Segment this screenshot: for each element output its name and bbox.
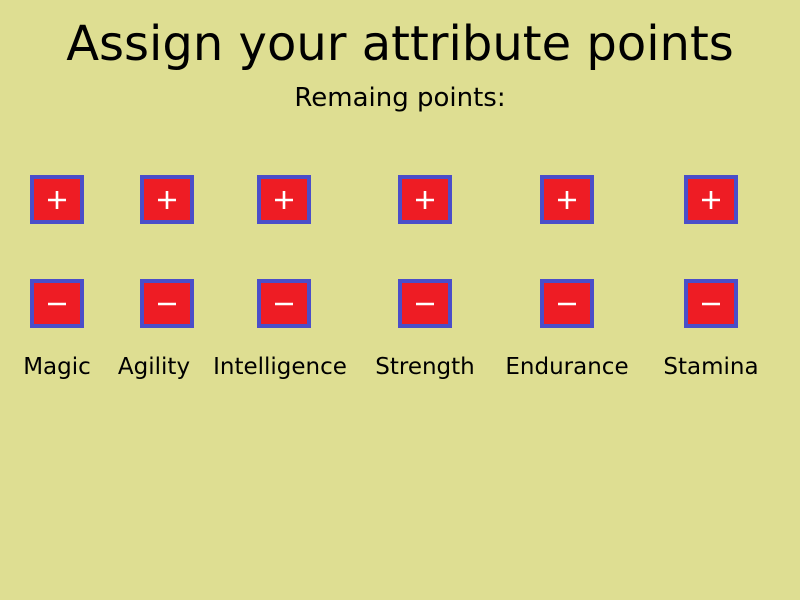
decrease-endurance-button[interactable] xyxy=(540,279,594,328)
minus-icon xyxy=(275,302,293,305)
plus-icon xyxy=(275,190,293,209)
increase-strength-button[interactable] xyxy=(398,175,452,224)
minus-icon xyxy=(158,302,176,305)
attribute-label-stamina: Stamina xyxy=(663,354,759,380)
remaining-points-label: Remaing points: xyxy=(294,83,506,113)
decrease-stamina-button[interactable] xyxy=(684,279,738,328)
plus-icon xyxy=(416,190,434,209)
plus-icon xyxy=(158,190,176,209)
increase-agility-button[interactable] xyxy=(140,175,194,224)
decrease-agility-button[interactable] xyxy=(140,279,194,328)
minus-icon xyxy=(702,302,720,305)
attribute-label-endurance: Endurance xyxy=(505,354,629,380)
plus-icon xyxy=(48,190,66,209)
decrease-intelligence-button[interactable] xyxy=(257,279,311,328)
increase-magic-button[interactable] xyxy=(30,175,84,224)
minus-icon xyxy=(48,302,66,305)
minus-icon xyxy=(416,302,434,305)
page-title: Assign your attribute points xyxy=(66,16,734,72)
decrease-strength-button[interactable] xyxy=(398,279,452,328)
plus-icon xyxy=(702,190,720,209)
increase-endurance-button[interactable] xyxy=(540,175,594,224)
attribute-label-intelligence: Intelligence xyxy=(213,354,347,380)
increase-stamina-button[interactable] xyxy=(684,175,738,224)
plus-icon xyxy=(558,190,576,209)
attribute-label-strength: Strength xyxy=(375,354,475,380)
increase-intelligence-button[interactable] xyxy=(257,175,311,224)
decrease-magic-button[interactable] xyxy=(30,279,84,328)
minus-icon xyxy=(558,302,576,305)
